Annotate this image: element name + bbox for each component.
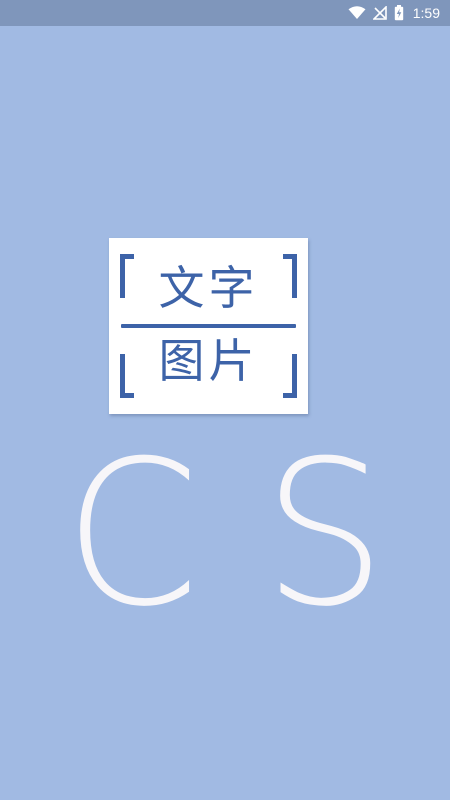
no-signal-icon <box>372 6 387 20</box>
corner-bracket-bottom-left <box>120 354 134 398</box>
logo-text-top: 文字 <box>158 261 259 315</box>
splash-screen: 1:59 文字 图片 C S <box>0 0 450 800</box>
battery-charging-icon <box>394 5 404 21</box>
app-logo: 文字 图片 <box>109 238 308 414</box>
status-bar: 1:59 <box>0 0 450 26</box>
logo-text-bottom: 图片 <box>158 334 259 388</box>
wifi-icon <box>348 6 366 20</box>
brand-wordmark: C S <box>0 430 450 640</box>
logo-divider <box>121 324 296 328</box>
brand-letter-c: C <box>63 418 200 651</box>
status-time: 1:59 <box>412 5 440 21</box>
corner-bracket-bottom-right <box>283 354 297 398</box>
brand-letter-s: S <box>263 418 387 651</box>
